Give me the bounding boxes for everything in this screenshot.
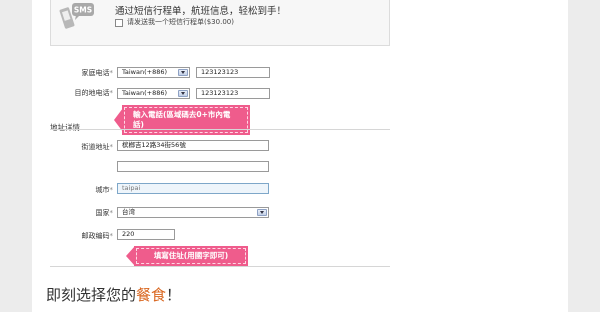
heading-prefix: 即刻选择您的 <box>46 286 137 304</box>
city-label: 城市* <box>95 186 114 194</box>
country-select-value: 台湾 <box>122 208 135 216</box>
sms-title: 通过短信行程单，航班信息，轻松到手！ <box>115 6 287 17</box>
home-phone-input[interactable]: 123123123 <box>196 67 270 78</box>
destination-phone-country-select[interactable]: Taiwan(+886) <box>117 88 190 99</box>
chevron-down-icon <box>178 69 188 76</box>
sms-icon-text: SMS <box>74 6 92 15</box>
country-label: 国家* <box>95 209 114 217</box>
address-hint-text: 填寫住址(用國字即可) <box>153 251 229 260</box>
chevron-down-icon <box>257 209 267 216</box>
street-address-line1-input[interactable]: 槟榔吉12路34街56號 <box>117 140 269 151</box>
postal-code-input[interactable]: 220 <box>117 229 175 240</box>
chevron-down-icon <box>178 90 188 97</box>
destination-phone-input[interactable]: 123123123 <box>196 88 270 99</box>
country-select[interactable]: 台湾 <box>117 207 269 218</box>
destination-phone-label: 目的地电话* <box>74 89 114 97</box>
sms-itinerary-checkbox[interactable] <box>115 19 123 27</box>
meal-selection-heading: 即刻选择您的餐食！ <box>46 284 181 305</box>
street-address-line2-input[interactable] <box>117 161 269 172</box>
destination-phone-country-value: Taiwan(+886) <box>122 89 168 97</box>
sms-checkbox-label: 请发送我一个短信行程单($30.00) <box>127 18 234 26</box>
bottom-divider <box>50 266 390 267</box>
address-section-title: 地址详情 <box>50 123 80 132</box>
home-phone-label: 家庭电话* <box>81 69 114 77</box>
postal-code-label: 邮政编码* <box>81 232 114 240</box>
city-input[interactable]: taipai <box>117 183 269 194</box>
sms-phone-icon: SMS <box>59 3 94 29</box>
address-hint-banner: 填寫住址(用國字即可) <box>134 246 248 266</box>
street-address-label: 街道地址* <box>81 143 114 151</box>
heading-accent: 餐食 <box>136 286 167 304</box>
phone-hint-text: 輸入電話(區域碼去0+市內電話) <box>133 110 231 129</box>
heading-suffix: ！ <box>166 286 182 304</box>
home-phone-country-select[interactable]: Taiwan(+886) <box>117 67 190 78</box>
home-phone-country-value: Taiwan(+886) <box>122 68 168 76</box>
section-divider <box>50 129 390 130</box>
